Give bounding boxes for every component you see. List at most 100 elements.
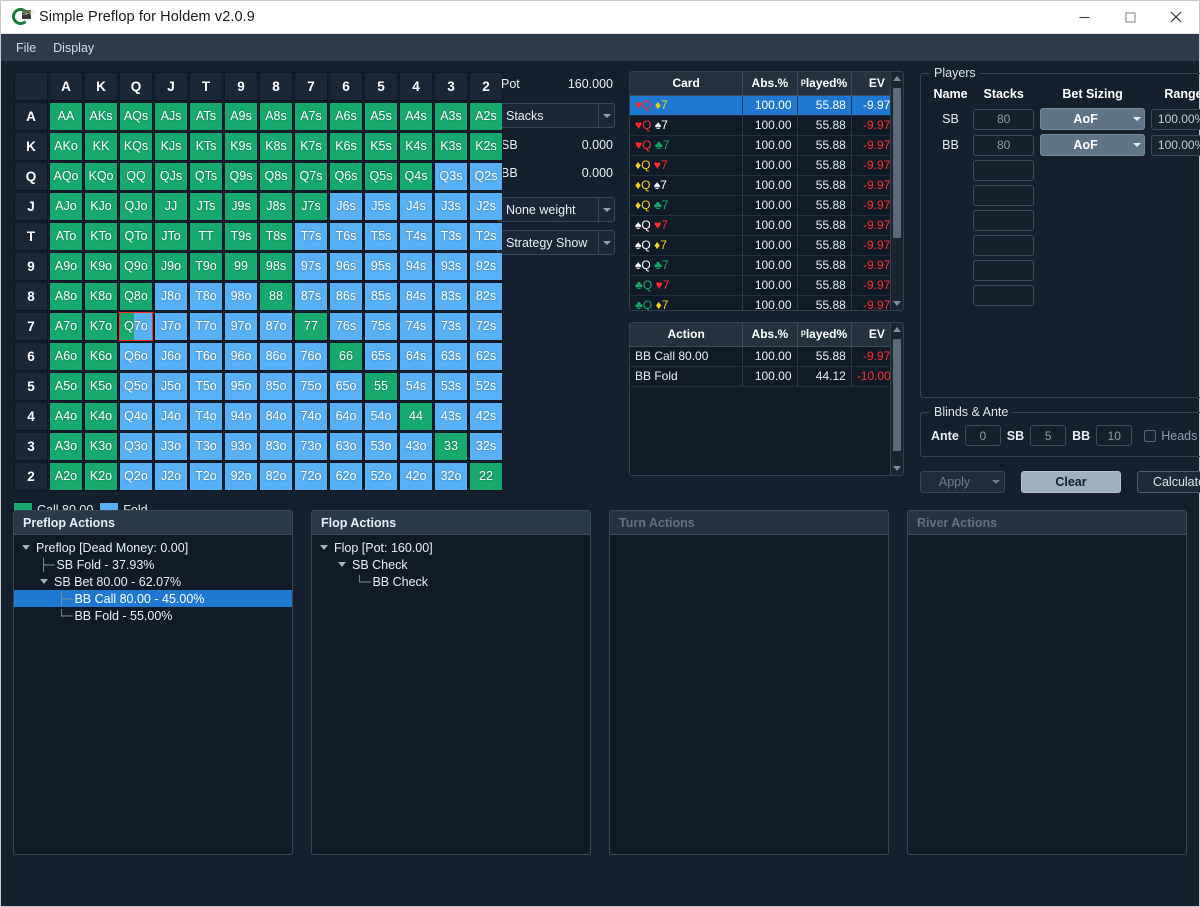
- matrix-cell[interactable]: 92o: [224, 462, 258, 491]
- flop-tree[interactable]: Flop [Pot: 160.00] SB Check └─ BB Check: [312, 535, 590, 854]
- matrix-cell[interactable]: K4o: [84, 402, 118, 431]
- player-stack-input[interactable]: [973, 235, 1035, 256]
- matrix-cell[interactable]: Q7o: [119, 312, 153, 341]
- bb-input[interactable]: 10: [1096, 425, 1133, 446]
- matrix-cell[interactable]: JJ: [154, 192, 188, 221]
- matrix-cell[interactable]: J4s: [399, 192, 433, 221]
- matrix-cell[interactable]: 75o: [294, 372, 328, 401]
- matrix-cell[interactable]: T5o: [189, 372, 223, 401]
- matrix-cell[interactable]: 55: [364, 372, 398, 401]
- matrix-cell[interactable]: 77: [294, 312, 328, 341]
- table-row[interactable]: ♥Q ♦7 100.00 55.88 -9.973: [630, 95, 903, 116]
- matrix-cell[interactable]: 62o: [329, 462, 363, 491]
- matrix-cell[interactable]: K9s: [224, 132, 258, 161]
- matrix-cell[interactable]: AA: [49, 102, 83, 131]
- matrix-cell[interactable]: 52s: [469, 372, 503, 401]
- matrix-cell[interactable]: ATs: [189, 102, 223, 131]
- matrix-cell[interactable]: 96o: [224, 342, 258, 371]
- close-button[interactable]: [1153, 1, 1199, 34]
- matrix-cell[interactable]: Q8s: [259, 162, 293, 191]
- matrix-cell[interactable]: J2s: [469, 192, 503, 221]
- matrix-cell[interactable]: J7o: [154, 312, 188, 341]
- table-row[interactable]: ♠Q ♣7 100.00 55.88 -9.973: [630, 255, 903, 276]
- table-row[interactable]: ♥Q ♠7 100.00 55.88 -9.973: [630, 115, 903, 136]
- matrix-cell[interactable]: AQo: [49, 162, 83, 191]
- matrix-cell[interactable]: K8o: [84, 282, 118, 311]
- tree-node[interactable]: ├─ SB Fold - 37.93%: [14, 556, 292, 573]
- matrix-cell[interactable]: 83o: [259, 432, 293, 461]
- weight-select[interactable]: None weight: [497, 197, 615, 222]
- matrix-cell[interactable]: 32o: [434, 462, 468, 491]
- matrix-cell[interactable]: T6o: [189, 342, 223, 371]
- matrix-cell[interactable]: 82o: [259, 462, 293, 491]
- card-table-scrollbar[interactable]: [890, 72, 903, 310]
- table-row[interactable]: BB Call 80.00 100.00 55.88 -9.973: [630, 346, 903, 367]
- matrix-cell[interactable]: A6o: [49, 342, 83, 371]
- matrix-cell[interactable]: 97o: [224, 312, 258, 341]
- matrix-cell[interactable]: 72s: [469, 312, 503, 341]
- matrix-cell[interactable]: A7s: [294, 102, 328, 131]
- table-row[interactable]: ♦Q ♠7 100.00 55.88 -9.973: [630, 175, 903, 196]
- scroll-up-icon[interactable]: [891, 323, 903, 336]
- scroll-down-icon[interactable]: [891, 462, 903, 475]
- player-stack-input[interactable]: [973, 285, 1035, 306]
- matrix-cell[interactable]: T3s: [434, 222, 468, 251]
- matrix-cell[interactable]: 93o: [224, 432, 258, 461]
- matrix-cell[interactable]: 73s: [434, 312, 468, 341]
- matrix-cell[interactable]: J6o: [154, 342, 188, 371]
- matrix-cell[interactable]: 98o: [224, 282, 258, 311]
- matrix-cell[interactable]: K2o: [84, 462, 118, 491]
- tree-node[interactable]: SB Bet 80.00 - 62.07%: [14, 573, 292, 590]
- matrix-cell[interactable]: AKo: [49, 132, 83, 161]
- matrix-cell[interactable]: A2o: [49, 462, 83, 491]
- card-table[interactable]: Card Abs.% ᵖlayed% EV ♥Q ♦7 100.00 55.88 -9…: [630, 72, 903, 310]
- matrix-cell[interactable]: T3o: [189, 432, 223, 461]
- strategy-select[interactable]: Strategy Show: [497, 230, 615, 255]
- matrix-cell[interactable]: QJs: [154, 162, 188, 191]
- matrix-cell[interactable]: QTo: [119, 222, 153, 251]
- matrix-cell[interactable]: Q8o: [119, 282, 153, 311]
- matrix-cell[interactable]: J5o: [154, 372, 188, 401]
- matrix-cell[interactable]: 84s: [399, 282, 433, 311]
- matrix-cell[interactable]: Q5o: [119, 372, 153, 401]
- player-stack-input[interactable]: [973, 210, 1035, 231]
- matrix-cell[interactable]: KQs: [119, 132, 153, 161]
- maximize-button[interactable]: [1107, 1, 1153, 34]
- matrix-cell[interactable]: 53s: [434, 372, 468, 401]
- matrix-cell[interactable]: Q6s: [329, 162, 363, 191]
- matrix-cell[interactable]: 85s: [364, 282, 398, 311]
- matrix-cell[interactable]: 83s: [434, 282, 468, 311]
- scroll-down-icon[interactable]: [891, 297, 903, 310]
- matrix-cell[interactable]: J8o: [154, 282, 188, 311]
- matrix-cell[interactable]: Q6o: [119, 342, 153, 371]
- matrix-cell[interactable]: 85o: [259, 372, 293, 401]
- calculate-button[interactable]: Calculate: [1137, 471, 1200, 493]
- matrix-cell[interactable]: T7o: [189, 312, 223, 341]
- matrix-cell[interactable]: 65o: [329, 372, 363, 401]
- matrix-cell[interactable]: K5s: [364, 132, 398, 161]
- player-stack-input[interactable]: [973, 160, 1035, 181]
- matrix-cell[interactable]: QTs: [189, 162, 223, 191]
- action-table[interactable]: Action Abs.% ᵖlayed% EV BB Call 80.00 100…: [630, 323, 903, 387]
- matrix-cell[interactable]: J2o: [154, 462, 188, 491]
- matrix-cell[interactable]: A8o: [49, 282, 83, 311]
- matrix-cell[interactable]: A7o: [49, 312, 83, 341]
- ante-input[interactable]: 0: [964, 425, 1001, 446]
- matrix-cell[interactable]: T4o: [189, 402, 223, 431]
- matrix-cell[interactable]: T9s: [224, 222, 258, 251]
- matrix-cell[interactable]: KJs: [154, 132, 188, 161]
- matrix-cell[interactable]: 82s: [469, 282, 503, 311]
- matrix-cell[interactable]: 99: [224, 252, 258, 281]
- matrix-cell[interactable]: 92s: [469, 252, 503, 281]
- matrix-cell[interactable]: K6o: [84, 342, 118, 371]
- matrix-cell[interactable]: 32s: [469, 432, 503, 461]
- matrix-cell[interactable]: KTs: [189, 132, 223, 161]
- matrix-cell[interactable]: A9s: [224, 102, 258, 131]
- matrix-cell[interactable]: A4s: [399, 102, 433, 131]
- matrix-cell[interactable]: 54s: [399, 372, 433, 401]
- matrix-cell[interactable]: J4o: [154, 402, 188, 431]
- matrix-cell[interactable]: 95o: [224, 372, 258, 401]
- action-col-played[interactable]: ᵖlayed%: [797, 323, 852, 347]
- matrix-cell[interactable]: 64o: [329, 402, 363, 431]
- matrix-cell[interactable]: QJo: [119, 192, 153, 221]
